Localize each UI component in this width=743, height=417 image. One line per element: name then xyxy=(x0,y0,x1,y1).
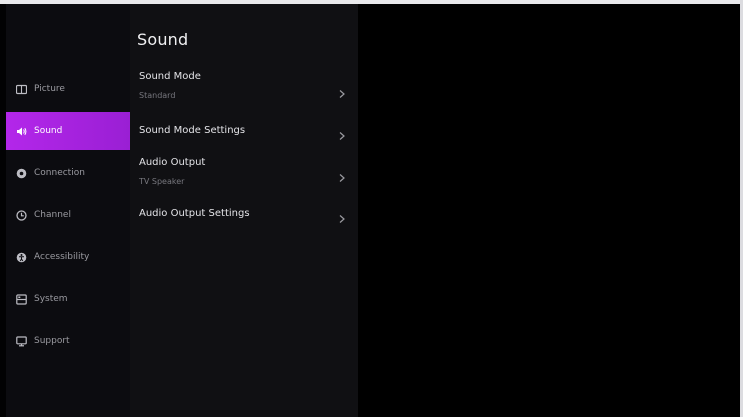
picture-icon xyxy=(16,84,27,95)
chevron-right-icon xyxy=(338,209,346,223)
sidebar-item-label: Picture xyxy=(34,84,65,94)
sidebar-item-label: System xyxy=(34,294,68,304)
sidebar-item-channel[interactable]: Channel xyxy=(6,196,130,234)
sidebar-item-connection[interactable]: Connection xyxy=(6,154,130,192)
channel-icon xyxy=(16,209,27,221)
sidebar-item-label: Support xyxy=(34,336,70,346)
support-icon xyxy=(16,335,27,347)
menu-item-label: Sound Mode xyxy=(139,71,201,82)
sidebar-item-accessibility[interactable]: Accessibility xyxy=(6,238,130,276)
menu-item-sound-mode[interactable]: Sound Mode Standard xyxy=(130,70,358,108)
sidebar-item-label: Channel xyxy=(34,210,71,220)
chevron-right-icon xyxy=(338,126,346,140)
sidebar-item-label: Sound xyxy=(34,126,63,136)
chevron-right-icon xyxy=(338,84,346,98)
page-title: Sound xyxy=(137,30,189,49)
accessibility-icon xyxy=(16,252,27,263)
menu-item-audio-output[interactable]: Audio Output TV Speaker xyxy=(130,156,358,194)
menu-item-value: Standard xyxy=(139,91,176,100)
sidebar-item-picture[interactable]: Picture xyxy=(6,70,130,108)
sidebar-item-system[interactable]: System xyxy=(6,280,130,318)
sidebar-item-support[interactable]: Support xyxy=(6,322,130,360)
chevron-right-icon xyxy=(338,168,346,182)
menu-item-label: Audio Output Settings xyxy=(139,208,250,219)
sound-icon xyxy=(16,126,27,137)
connection-icon xyxy=(16,168,27,179)
sidebar-item-label: Accessibility xyxy=(34,252,90,262)
content-area xyxy=(358,4,740,417)
menu-item-sound-mode-settings[interactable]: Sound Mode Settings xyxy=(130,124,358,140)
menu-item-value: TV Speaker xyxy=(139,177,185,186)
menu-item-label: Sound Mode Settings xyxy=(139,125,246,136)
sound-settings-panel: Sound Sound Mode Standard Sound Mode Set… xyxy=(130,4,358,417)
tv-settings-screen: Picture Sound Connection Channel Accessi xyxy=(0,0,743,417)
sidebar-item-label: Connection xyxy=(34,168,85,178)
settings-sidebar: Picture Sound Connection Channel Accessi xyxy=(6,4,130,417)
sidebar-item-sound[interactable]: Sound xyxy=(6,112,130,150)
menu-item-label: Audio Output xyxy=(139,157,206,168)
system-icon xyxy=(16,293,27,305)
menu-item-audio-output-settings[interactable]: Audio Output Settings xyxy=(130,207,358,223)
